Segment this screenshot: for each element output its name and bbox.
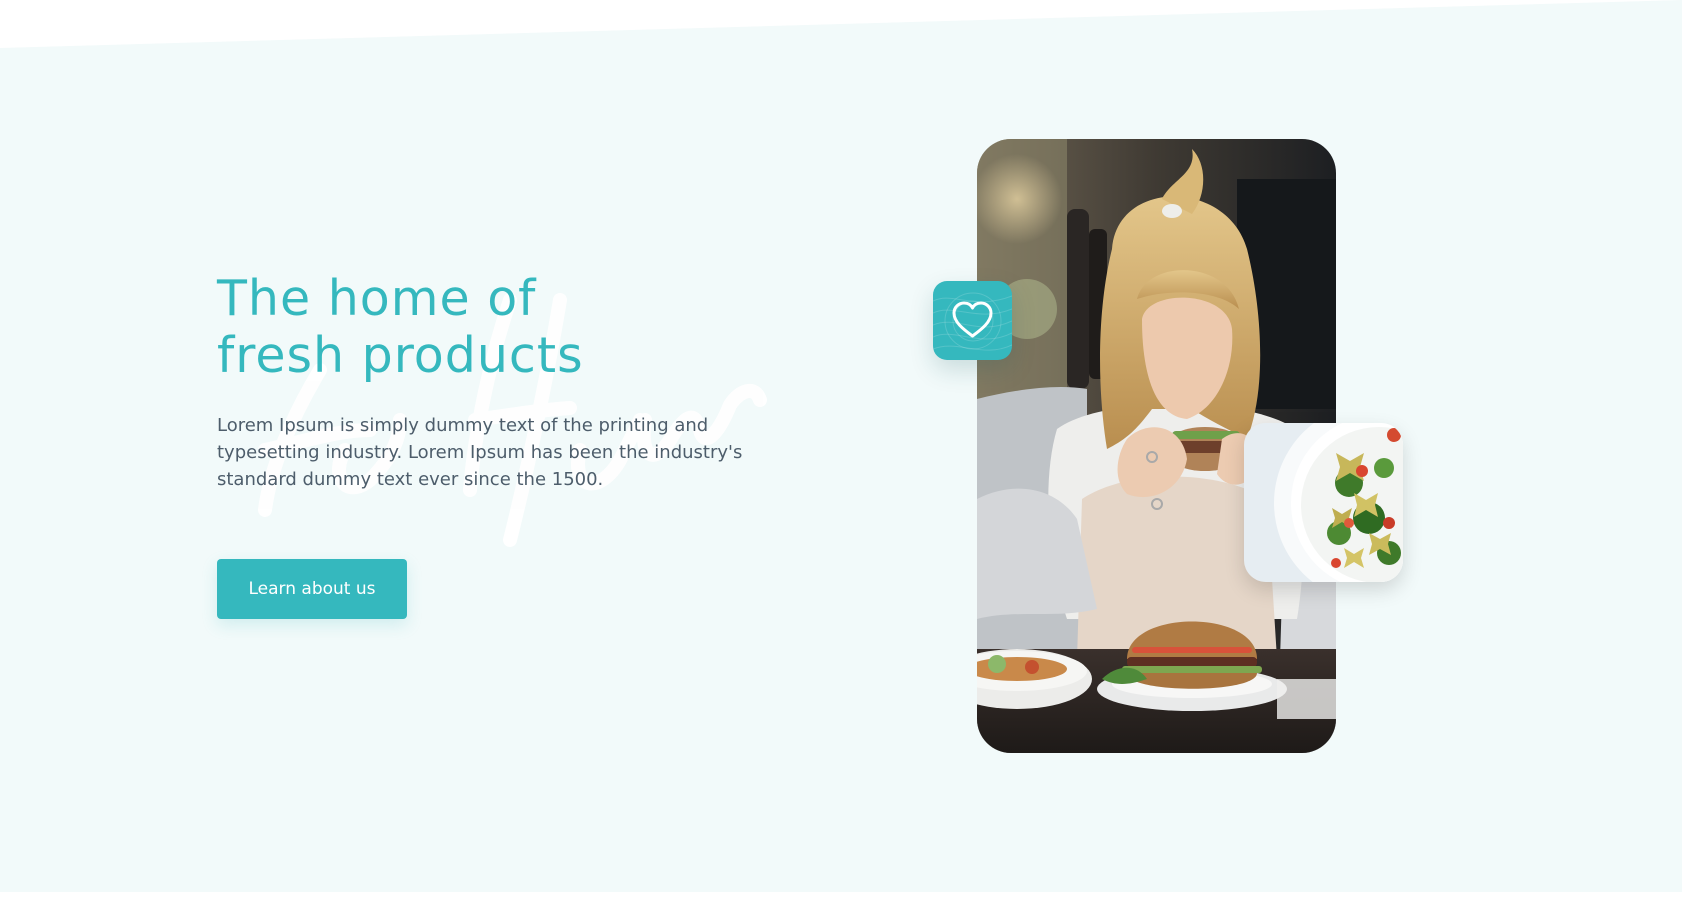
pasta-salad-photo [1244, 423, 1403, 582]
hero-description: Lorem Ipsum is simply dummy text of the … [217, 415, 743, 490]
learn-about-us-button[interactable]: Learn about us [217, 559, 407, 619]
hero-title-line-2: fresh products [217, 327, 584, 384]
heart-icon [952, 301, 993, 338]
hero-title-line-1: The home of [217, 270, 537, 327]
hero-title: The home of fresh products [217, 270, 584, 384]
favorite-badge[interactable] [933, 281, 1012, 360]
